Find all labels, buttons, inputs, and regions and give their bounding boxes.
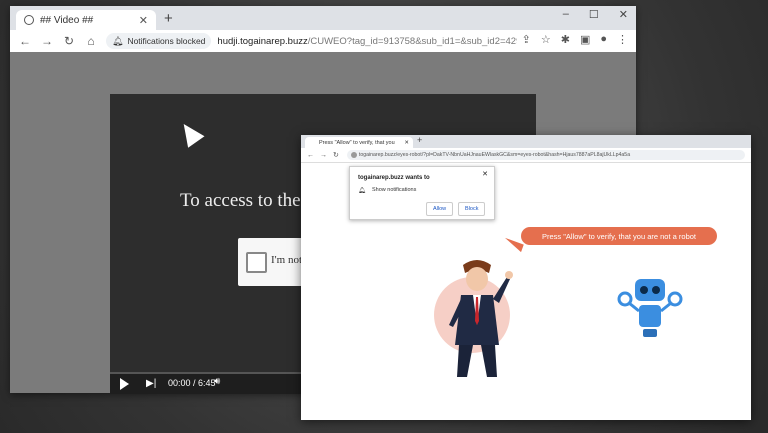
address-bar[interactable]: hudji.togainarep.buzz/CUWEO?tag_id=91375…	[217, 36, 517, 47]
prompt-row: Show notifications	[372, 187, 417, 193]
minimize-button[interactable]: ‒	[563, 8, 569, 21]
tab-video[interactable]: ## Video ## ✕	[16, 10, 156, 30]
forward-icon[interactable]: →	[40, 34, 54, 48]
new-tab-button-2[interactable]: +	[417, 135, 422, 145]
notification-prompt: togainarep.buzz wants to ✕ 🔔︎ Show notif…	[349, 166, 495, 220]
tab-verify[interactable]: Press "Allow" to verify, that you ✕	[305, 137, 413, 148]
extensions-icon[interactable]: ✱	[561, 33, 570, 46]
globe-icon	[24, 15, 34, 25]
notifications-blocked-chip[interactable]: 🔔︎ Notifications blocked	[106, 33, 212, 49]
url-2: togainarep.buzz/eyes-robot/?pl=DakTV-Nbn…	[358, 152, 631, 158]
star-icon[interactable]: ☆	[541, 33, 551, 46]
tab-close-icon[interactable]: ✕	[139, 14, 148, 27]
captcha-checkbox[interactable]	[246, 252, 267, 273]
back-icon[interactable]: ←	[18, 34, 32, 48]
browser-window-robot: Press "Allow" to verify, that you ✕ + ← …	[301, 135, 751, 420]
reload-icon-2[interactable]: ↻	[333, 151, 339, 159]
cursor-icon	[175, 118, 205, 148]
lock-icon	[350, 152, 357, 158]
tab-bar-2: Press "Allow" to verify, that you ✕ +	[301, 135, 751, 148]
menu-icon[interactable]: ⋮	[617, 33, 628, 46]
address-bar-2[interactable]: togainarep.buzz/eyes-robot/?pl=DakTV-Nbn…	[346, 150, 745, 160]
home-icon[interactable]: ⌂	[84, 34, 98, 48]
share-icon[interactable]: ⇪	[522, 33, 531, 46]
tab-close-icon-2[interactable]: ✕	[404, 140, 409, 146]
captcha-label: I'm not	[271, 254, 303, 266]
toolbar-actions: ⇪ ☆ ✱ ▣ ● ⋮	[522, 33, 628, 46]
profile-icon[interactable]: ●	[600, 33, 607, 46]
allow-button[interactable]: Allow	[426, 202, 454, 216]
tab-bar: ## Video ## ✕ + ‒ ☐ ✕	[10, 6, 636, 30]
tab-title-2: Press "Allow" to verify, that you	[319, 139, 395, 146]
toolbar: ← → ↻ ⌂ 🔔︎ Notifications blocked hudji.t…	[10, 30, 636, 53]
new-tab-button[interactable]: +	[164, 10, 173, 27]
sidebar-icon[interactable]: ▣	[580, 33, 590, 46]
url-host: hudji.togainarep.buzz	[217, 35, 308, 47]
volume-icon[interactable]: 🔊︎	[214, 376, 220, 387]
forward-icon-2[interactable]: →	[320, 152, 327, 159]
back-icon-2[interactable]: ←	[307, 152, 314, 159]
businessman-illustration	[449, 260, 513, 377]
robot-illustration	[617, 279, 683, 337]
play-icon[interactable]	[120, 378, 129, 390]
block-button[interactable]: Block	[458, 202, 486, 216]
notifications-blocked-label: Notifications blocked	[127, 36, 206, 46]
time-display: 00:00 / 6:45	[168, 378, 216, 388]
maximize-button[interactable]: ☐	[589, 8, 599, 21]
speech-bubble: Press "Allow" to verify, that you are no…	[521, 227, 717, 245]
bell-icon: 🔔︎	[112, 35, 124, 46]
access-text: To access to the	[180, 190, 301, 211]
reload-icon[interactable]: ↻	[62, 34, 76, 48]
next-icon[interactable]: ▶|	[146, 378, 156, 389]
prompt-title: togainarep.buzz wants to	[358, 175, 430, 181]
speech-bubble-tail	[502, 237, 524, 253]
tab-title: ## Video ##	[40, 14, 94, 26]
bell-icon-2: 🔔︎	[358, 188, 366, 194]
window-controls: ‒ ☐ ✕	[563, 8, 628, 21]
toolbar-2: ← → ↻ togainarep.buzz/eyes-robot/?pl=Dak…	[301, 148, 751, 163]
url-path: /CUWEO?tag_id=913758&sub_id1=&sub_id2=42…	[307, 35, 518, 47]
close-window-button[interactable]: ✕	[619, 8, 628, 21]
prompt-close-icon[interactable]: ✕	[482, 170, 488, 178]
